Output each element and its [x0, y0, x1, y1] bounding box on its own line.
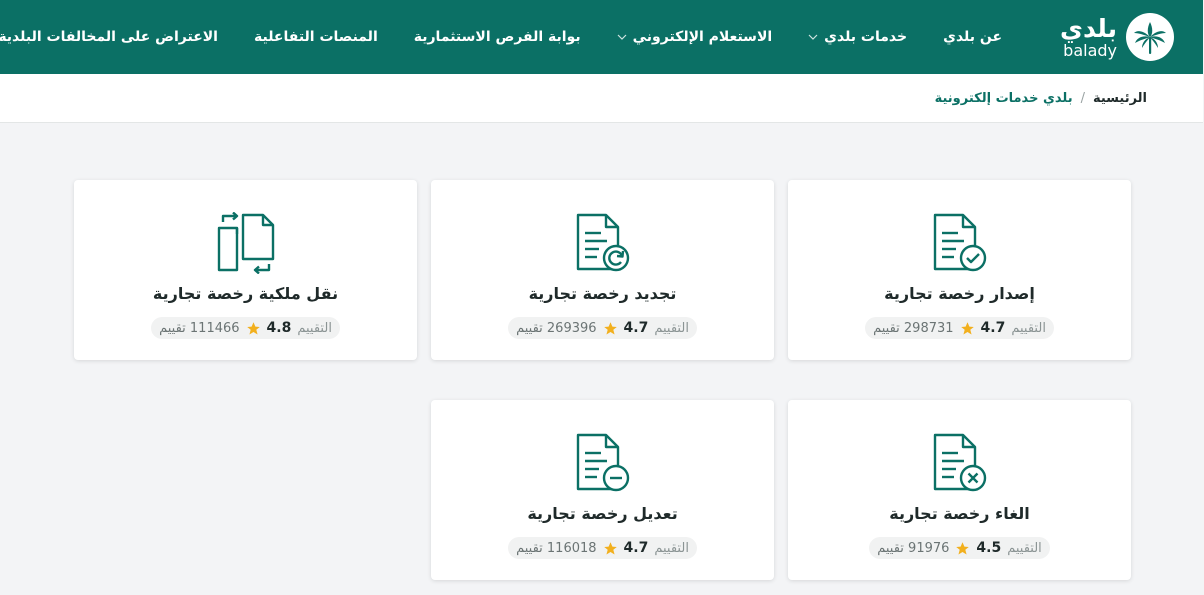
rating-label: التقييم — [1012, 320, 1047, 336]
star-icon — [604, 541, 618, 554]
rating-score: 4.7 — [981, 320, 1007, 336]
transfer-documents-icon — [218, 212, 275, 274]
rating-badge: التقييم 4.7 116018 تقييم — [509, 537, 698, 559]
nav-item-label: الاعتراض على المخالفات البلدية — [0, 29, 219, 45]
rating-count: 298731 تقييم — [874, 320, 955, 336]
breadcrumb-current-page: بلدي خدمات إلكترونية — [935, 90, 1074, 106]
rating-score: 4.5 — [977, 540, 1003, 556]
rating-count: 116018 تقييم — [517, 540, 598, 556]
document-edit-icon — [577, 433, 630, 492]
rating-badge: التقييم 4.8 111466 تقييم — [152, 317, 341, 339]
nav-item-violations-objection[interactable]: الاعتراض على المخالفات البلدية — [0, 0, 237, 74]
breadcrumb: الرئيسية / بلدي خدمات إلكترونية — [0, 74, 1204, 123]
rating-label: التقييم — [655, 320, 690, 336]
nav-item-about[interactable]: عن بلدي — [926, 0, 1021, 74]
nav-item-services[interactable]: خدمات بلدي — [791, 0, 926, 74]
service-card-title: نقل ملكية رخصة تجارية — [153, 284, 340, 303]
document-renew-icon — [577, 213, 630, 272]
chevron-down-icon — [618, 34, 628, 40]
service-card-renew-license[interactable]: تجديد رخصة تجارية التقييم 4.7 269396 تقي… — [432, 180, 775, 360]
rating-score: 4.7 — [624, 540, 650, 556]
nav-item-label: عن بلدي — [944, 29, 1004, 45]
service-card-edit-license[interactable]: تعديل رخصة تجارية التقييم 4.7 116018 تقي… — [432, 400, 775, 580]
service-card-title: تجديد رخصة تجارية — [529, 284, 678, 303]
service-card-title: إصدار رخصة تجارية — [885, 284, 1036, 303]
nav-item-e-inquiry[interactable]: الاستعلام الإلكتروني — [600, 0, 792, 74]
service-card-transfer-ownership[interactable]: نقل ملكية رخصة تجارية التقييم 4.8 111466… — [75, 180, 418, 360]
palm-logo-icon — [1127, 13, 1175, 61]
services-grid: إصدار رخصة تجارية التقييم 4.7 298731 تقي… — [75, 180, 1132, 580]
logo-english-text: balady — [1064, 40, 1118, 60]
logo-arabic-text: بلدي — [1061, 13, 1118, 43]
balady-logo[interactable]: بلدي balady — [1061, 12, 1176, 62]
star-icon — [961, 321, 975, 334]
rating-count: 111466 تقييم — [160, 320, 241, 336]
document-cancel-icon — [934, 433, 987, 492]
nav-item-investment-portal[interactable]: بوابة الفرص الاستثمارية — [397, 0, 600, 74]
nav-item-label: الاستعلام الإلكتروني — [633, 29, 774, 45]
service-card-title: تعديل رخصة تجارية — [528, 504, 679, 523]
nav-item-label: بوابة الفرص الاستثمارية — [414, 29, 582, 45]
rating-label: التقييم — [1008, 540, 1043, 556]
service-card-title: الغاء رخصة تجارية — [890, 504, 1031, 523]
breadcrumb-separator: / — [1081, 90, 1086, 106]
star-icon — [247, 321, 261, 334]
rating-count: 269396 تقييم — [517, 320, 598, 336]
top-navigation-bar: بلدي balady عن بلدي خدمات بلدي الاستعلام… — [0, 0, 1204, 74]
rating-badge: التقييم 4.5 91976 تقييم — [870, 537, 1051, 559]
document-check-icon — [934, 213, 987, 272]
rating-score: 4.8 — [267, 320, 293, 336]
breadcrumb-home-link[interactable]: الرئيسية — [1094, 91, 1148, 106]
star-icon — [604, 321, 618, 334]
rating-count: 91976 تقييم — [878, 540, 951, 556]
nav-item-label: المنصات التفاعلية — [255, 29, 379, 45]
service-card-cancel-license[interactable]: الغاء رخصة تجارية التقييم 4.5 91976 تقيي… — [789, 400, 1132, 580]
nav-item-interactive-platforms[interactable]: المنصات التفاعلية — [237, 0, 397, 74]
star-icon — [957, 541, 971, 554]
rating-label: التقييم — [298, 320, 333, 336]
rating-badge: التقييم 4.7 269396 تقييم — [509, 317, 698, 339]
rating-badge: التقييم 4.7 298731 تقييم — [866, 317, 1055, 339]
nav-item-label: خدمات بلدي — [825, 29, 909, 45]
rating-score: 4.7 — [624, 320, 650, 336]
chevron-down-icon — [809, 34, 819, 40]
rating-label: التقييم — [655, 540, 690, 556]
service-card-issue-license[interactable]: إصدار رخصة تجارية التقييم 4.7 298731 تقي… — [789, 180, 1132, 360]
main-menu: عن بلدي خدمات بلدي الاستعلام الإلكتروني … — [0, 0, 1021, 74]
